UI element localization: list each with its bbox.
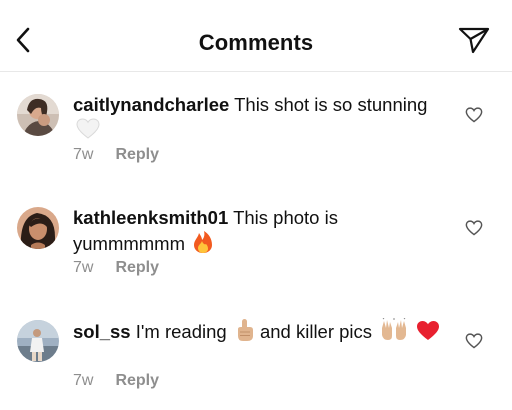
comment-username[interactable]: sol_ss: [73, 321, 131, 342]
like-button[interactable]: [462, 219, 486, 241]
comments-header: Comments: [0, 0, 512, 72]
paper-plane-icon: [458, 26, 490, 59]
comment-body-start: I'm reading: [135, 321, 227, 342]
like-button[interactable]: [462, 332, 486, 354]
comment-username[interactable]: caitlynandcharlee: [73, 94, 229, 115]
like-button[interactable]: [462, 106, 486, 128]
comment-time: 7w: [73, 372, 94, 389]
comment-time: 7w: [73, 259, 94, 276]
comment-item: caitlynandcharlee This shot is so stunni…: [0, 74, 512, 184]
heart-outline-icon: [465, 106, 483, 128]
reply-button[interactable]: Reply: [115, 372, 159, 390]
pointing-up-hand-emoji: [235, 318, 255, 348]
comment-meta: 7w Reply: [73, 372, 159, 390]
comment-text: caitlynandcharlee This shot is so stunni…: [73, 92, 443, 146]
comment-time: 7w: [73, 146, 94, 163]
comment-body-end: and killer pics: [259, 321, 373, 342]
page-title: Comments: [198, 30, 314, 55]
avatar[interactable]: [17, 207, 59, 249]
raising-hands-emoji: [380, 317, 408, 348]
red-heart-emoji: [416, 320, 440, 348]
avatar[interactable]: [17, 320, 59, 362]
comment-text: kathleenksmith01 This photo is yummmmmm: [73, 205, 443, 260]
reply-button[interactable]: Reply: [115, 259, 159, 277]
comment-meta: 7w Reply: [73, 259, 159, 277]
comment-username[interactable]: kathleenksmith01: [73, 207, 228, 228]
heart-outline-icon: [465, 332, 483, 354]
reply-button[interactable]: Reply: [115, 146, 159, 164]
comment-text: sol_ss I'm reading and killer pics: [73, 317, 443, 348]
comment-item: kathleenksmith01 This photo is yummmmmm …: [0, 187, 512, 297]
fire-emoji: [193, 230, 213, 260]
share-button[interactable]: [456, 27, 492, 57]
heart-outline-icon: [465, 219, 483, 241]
avatar[interactable]: [17, 94, 59, 136]
comment-body: This shot is so stunning: [234, 94, 428, 115]
white-heart-emoji: [76, 118, 100, 146]
comment-meta: 7w Reply: [73, 146, 159, 164]
comment-item: sol_ss I'm reading and killer pics 7w Re…: [0, 300, 512, 410]
